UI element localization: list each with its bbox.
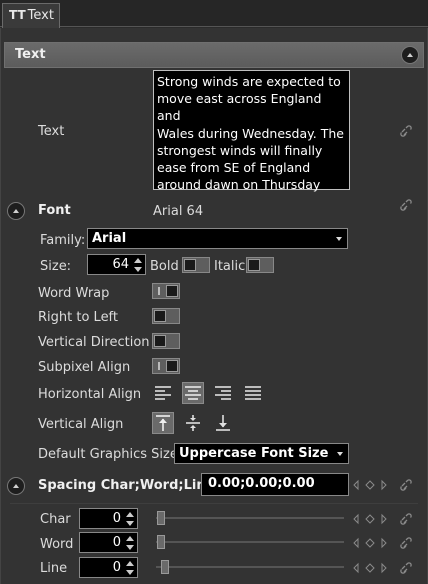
spacing-separator: [10, 503, 418, 504]
bold-label: Bold: [150, 259, 179, 274]
toggle-on-mark: [158, 362, 160, 370]
word-label: Word: [40, 537, 74, 552]
link-icon[interactable]: [400, 537, 412, 549]
align-center-button[interactable]: [182, 382, 204, 404]
horizontal-align-label: Horizontal Align: [38, 387, 142, 402]
spinner-icon[interactable]: [126, 536, 134, 550]
spinner-icon[interactable]: [134, 258, 142, 272]
keyframe-nav-icon: [353, 479, 387, 491]
default-graphics-size-select[interactable]: Uppercase Font Size: [174, 443, 349, 464]
section-title: Text: [15, 47, 46, 62]
tab-text-label: Text: [27, 8, 54, 23]
spinner-icon[interactable]: [126, 512, 134, 526]
spacing-label: Spacing Char;Word;Line: [38, 478, 215, 493]
font-summary: Arial 64: [153, 204, 204, 219]
tab-strip: TT Text: [0, 0, 428, 28]
keyframe-controls[interactable]: [352, 562, 396, 574]
toggle-knob: [154, 310, 166, 322]
spinner-icon[interactable]: [126, 561, 134, 575]
spacing-input[interactable]: 0.00;0.00;0.00: [201, 473, 349, 496]
text-section-header[interactable]: Text: [4, 42, 424, 68]
vertical-direction-label: Vertical Direction: [38, 335, 150, 350]
valign-middle-button[interactable]: [182, 412, 204, 434]
word-wrap-toggle[interactable]: [152, 283, 180, 299]
toggle-knob: [248, 259, 260, 271]
align-left-button[interactable]: [152, 382, 174, 404]
size-label: Size:: [40, 259, 72, 274]
align-right-button[interactable]: [212, 382, 234, 404]
italic-label: Italic: [214, 259, 246, 274]
align-right-icon: [215, 386, 231, 400]
toggle-on-mark: [158, 287, 160, 295]
keyframe-controls[interactable]: [352, 513, 396, 525]
right-to-left-toggle[interactable]: [152, 308, 180, 324]
valign-top-button[interactable]: [152, 412, 174, 434]
default-graphics-size-label: Default Graphics Size: [38, 447, 178, 462]
link-icon[interactable]: [400, 479, 412, 491]
link-icon[interactable]: [400, 199, 412, 211]
text-field-label: Text: [38, 124, 65, 139]
keyframe-controls[interactable]: [352, 537, 396, 549]
link-icon[interactable]: [400, 125, 412, 137]
font-family-value: Arial: [92, 231, 127, 246]
align-center-icon: [185, 386, 201, 400]
align-justify-button[interactable]: [242, 382, 264, 404]
link-icon[interactable]: [400, 562, 412, 574]
font-label: Font: [38, 203, 71, 218]
font-size-stepper[interactable]: 64: [87, 254, 146, 275]
tab-text[interactable]: TT Text: [2, 3, 60, 28]
line-spacing-stepper[interactable]: 0: [79, 557, 138, 578]
italic-toggle[interactable]: [246, 257, 274, 273]
valign-middle-icon: [186, 415, 200, 431]
align-left-icon: [155, 386, 171, 400]
align-justify-icon: [245, 386, 261, 400]
bold-toggle[interactable]: [182, 257, 210, 273]
word-slider-thumb[interactable]: [157, 535, 165, 549]
keyframe-nav-icon: [353, 537, 387, 549]
line-label: Line: [40, 561, 68, 576]
subpixel-align-label: Subpixel Align: [38, 360, 131, 375]
collapse-section-icon[interactable]: [401, 46, 419, 64]
line-slider-thumb[interactable]: [161, 560, 169, 574]
right-to-left-label: Right to Left: [38, 310, 119, 325]
word-slider-track[interactable]: [156, 541, 344, 543]
char-slider-track[interactable]: [156, 517, 344, 519]
text-type-icon: TT: [9, 8, 26, 22]
family-label: Family:: [40, 233, 86, 248]
word-spacing-stepper[interactable]: 0: [79, 532, 138, 553]
toggle-knob: [166, 360, 178, 372]
toggle-knob: [184, 259, 196, 271]
char-slider-thumb[interactable]: [157, 511, 165, 525]
font-size-value: 64: [112, 257, 129, 272]
font-family-select[interactable]: Arial: [87, 228, 348, 249]
vertical-direction-toggle[interactable]: [152, 333, 180, 349]
char-label: Char: [40, 512, 71, 527]
keyframe-nav-icon: [353, 562, 387, 574]
collapse-font-icon[interactable]: [7, 202, 25, 220]
default-graphics-size-value: Uppercase Font Size: [179, 446, 329, 461]
toggle-knob: [154, 335, 166, 347]
text-content-input[interactable]: Strong winds are expected to move east a…: [153, 70, 350, 192]
word-spacing-value: 0: [112, 535, 121, 550]
chevron-down-icon: [337, 452, 343, 456]
link-icon[interactable]: [400, 513, 412, 525]
valign-bottom-icon: [216, 415, 230, 431]
char-spacing-stepper[interactable]: 0: [79, 508, 138, 529]
line-spacing-value: 0: [112, 560, 121, 575]
keyframe-nav-icon: [353, 513, 387, 525]
char-spacing-value: 0: [112, 511, 121, 526]
subpixel-align-toggle[interactable]: [152, 358, 180, 374]
valign-bottom-button[interactable]: [212, 412, 234, 434]
collapse-spacing-icon[interactable]: [7, 477, 25, 495]
word-wrap-label: Word Wrap: [38, 286, 110, 301]
chevron-down-icon: [336, 237, 342, 241]
valign-top-icon: [156, 415, 170, 431]
line-slider-track[interactable]: [156, 566, 344, 568]
vertical-align-label: Vertical Align: [38, 417, 124, 432]
keyframe-controls[interactable]: [352, 479, 396, 491]
toggle-knob: [166, 285, 178, 297]
